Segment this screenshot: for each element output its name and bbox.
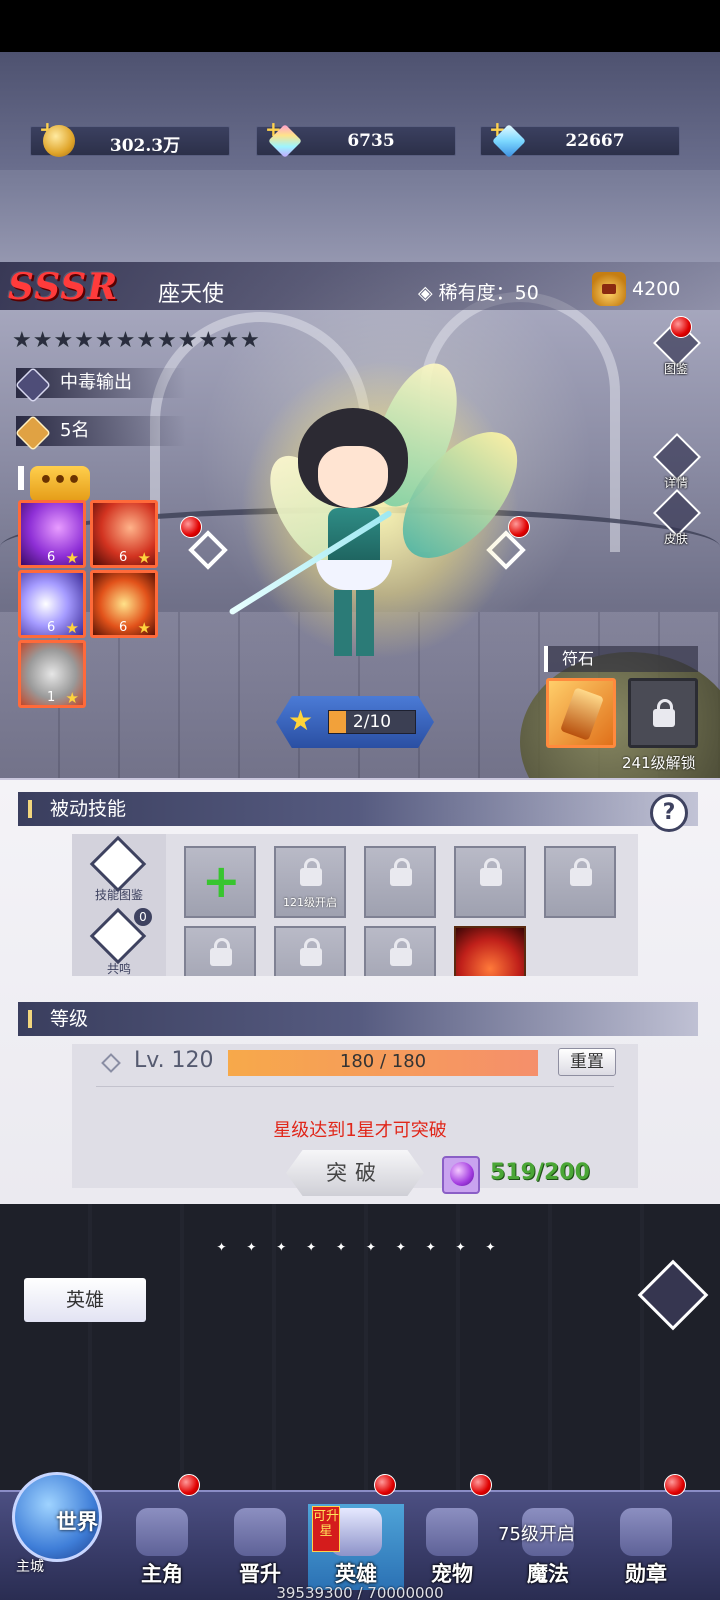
breakthrough-warning: 星级达到1星才可突破 — [273, 1120, 447, 1141]
exp-bar: 180 / 180 — [228, 1050, 538, 1076]
diamond-value: 22667 — [565, 131, 625, 151]
protagonist-icon — [136, 1508, 188, 1556]
passive-slot-locked[interactable] — [364, 926, 436, 976]
decorative-divider: ✦ ✦ ✦ ✦ ✦ ✦ ✦ ✦ ✦ ✦ — [216, 1240, 504, 1254]
rainbow-gem-value: 6735 — [347, 131, 395, 151]
upgrade-star-icon: ★ — [288, 704, 314, 737]
exp-text: 180 / 180 — [339, 1051, 427, 1072]
lock-icon — [480, 858, 502, 886]
status-bar — [0, 0, 720, 52]
skin-button[interactable]: 皮肤 — [648, 488, 704, 552]
rarity-label: ◈ 稀有度：50 — [418, 282, 539, 304]
pet-icon — [426, 1508, 478, 1556]
notification-dot — [180, 516, 202, 538]
notification-dot — [470, 1474, 492, 1496]
passive-slot-locked[interactable] — [364, 846, 436, 918]
notification-dot — [374, 1474, 396, 1496]
active-skill-5[interactable]: 1 ★ — [18, 640, 86, 708]
purple-orb-icon — [442, 1156, 480, 1194]
notification-dot — [178, 1474, 200, 1496]
passive-slot-locked[interactable] — [454, 846, 526, 918]
passive-slot-locked[interactable] — [544, 846, 616, 918]
nav-pets[interactable]: 宠物 — [404, 1504, 500, 1590]
passive-skills-header: 被动技能 — [18, 792, 698, 826]
lock-icon — [300, 938, 322, 966]
passive-skill-equipped[interactable] — [454, 926, 526, 976]
promotion-icon — [234, 1508, 286, 1556]
nav-magic[interactable]: 魔法 — [500, 1504, 596, 1590]
magic-unlock-text: 75级开启 — [498, 1524, 575, 1545]
gold-counter[interactable]: + 302.3万 — [30, 117, 230, 157]
lock-icon — [300, 858, 322, 886]
lock-icon — [570, 858, 592, 886]
active-skill-3[interactable]: 6 ★ — [18, 570, 86, 638]
add-icon: + — [202, 854, 241, 908]
nav-protagonist[interactable]: 主角 — [114, 1504, 210, 1590]
level-progress-bar: 2/10 — [328, 710, 416, 734]
rune-slot-1[interactable] — [546, 678, 616, 748]
level-header: 等级 — [18, 1002, 698, 1036]
gold-value: 302.3万 — [109, 136, 181, 156]
lock-icon — [390, 938, 412, 966]
level-progress-text: 2/10 — [352, 712, 392, 732]
rank-icon — [14, 414, 52, 452]
material-count: 519/200 — [490, 1160, 590, 1185]
details-button[interactable]: 详情 — [648, 432, 704, 496]
notification-dot — [664, 1474, 686, 1496]
active-skill-1[interactable]: 6 ★ — [18, 500, 86, 568]
hero-name: 座天使 — [158, 282, 225, 307]
resonance-label: 共鸣 — [106, 962, 131, 976]
rune-stone-icon — [560, 687, 604, 741]
hero-power: 4200 — [632, 278, 681, 300]
active-skill-4[interactable]: 6 ★ — [90, 570, 158, 638]
skill-codex-label: 技能图鉴 — [94, 888, 143, 902]
breakthrough-button[interactable]: 突破 — [286, 1150, 424, 1196]
rune-slot-2[interactable] — [628, 678, 698, 748]
rank-tag: 5名 — [14, 414, 186, 452]
rarity-tier-badge: SSSR — [8, 266, 119, 308]
passive-slot-add[interactable]: + — [184, 846, 256, 918]
passive-skills-grid: 技能图鉴 0 共鸣 + 121级开启 — [72, 834, 638, 976]
passive-slot-locked[interactable] — [184, 926, 256, 976]
player-exp-counter: 39539300 / 70000000 — [276, 1584, 444, 1600]
active-skill-2[interactable]: 6 ★ — [90, 500, 158, 568]
poison-role-icon — [14, 366, 52, 404]
rune-title: 符石 — [544, 646, 698, 672]
role-tag: 中毒输出 — [14, 366, 186, 404]
nav-medals[interactable]: 勋章 — [598, 1504, 694, 1590]
notification-dot — [670, 316, 692, 338]
upgradable-tag: 可升星 — [312, 1506, 340, 1552]
lock-icon — [653, 699, 675, 727]
hero-level: Lv. 120 — [134, 1048, 214, 1073]
chat-bubble-icon[interactable]: ••• — [30, 466, 90, 502]
passive-slot-locked[interactable]: 121级开启 — [274, 846, 346, 918]
hero-tab-button[interactable]: 英雄 — [24, 1278, 146, 1322]
passive-slot-locked[interactable] — [274, 926, 346, 976]
medal-icon — [620, 1508, 672, 1556]
rainbow-gem-counter[interactable]: + 6735 — [256, 117, 456, 158]
lock-icon — [210, 938, 232, 966]
nav-promotion[interactable]: 晋升 — [212, 1504, 308, 1590]
lock-icon — [390, 858, 412, 886]
help-button[interactable]: ? — [650, 794, 688, 832]
diamond-counter[interactable]: + 22667 — [480, 117, 680, 158]
resonance-count: 0 — [134, 908, 152, 926]
reset-button[interactable]: 重置 — [558, 1048, 616, 1076]
rune-unlock-text: 241级解锁 — [622, 754, 696, 772]
star-rating: ★★★★★★★★★★★★ — [12, 328, 261, 353]
crown-icon — [592, 272, 626, 306]
world-button[interactable]: 世界 主城 — [8, 1452, 108, 1582]
